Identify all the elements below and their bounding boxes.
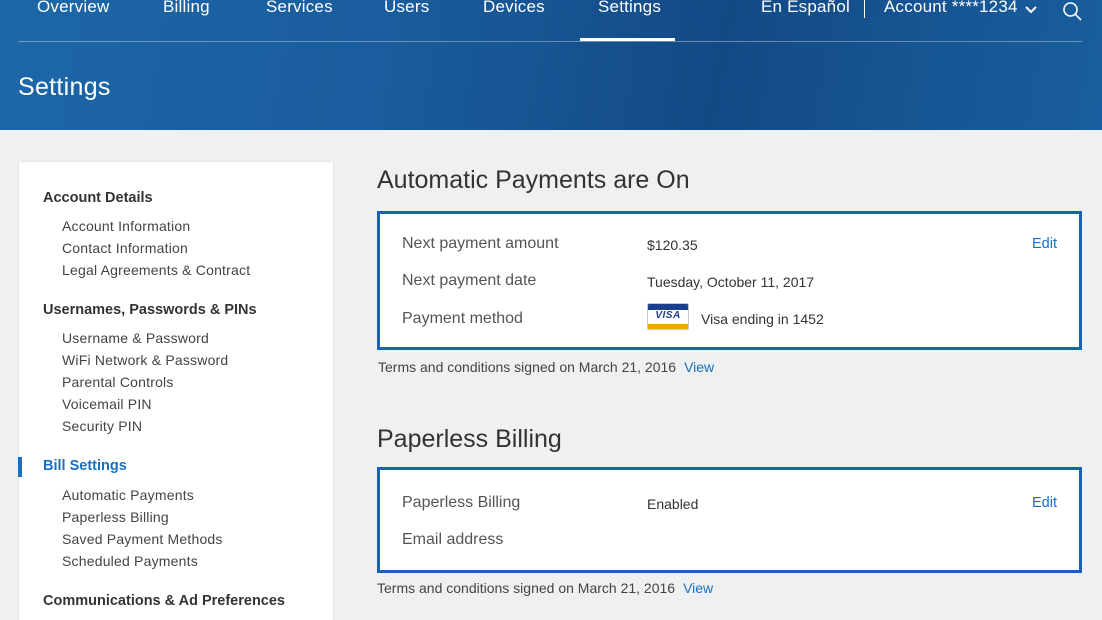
sidebar-item-legal-agreements[interactable]: Legal Agreements & Contract — [62, 262, 250, 278]
next-payment-date-label: Next payment date — [402, 272, 537, 289]
top-nav: Overview Billing Services Users Devices … — [18, 0, 1082, 42]
next-payment-amount-value: $120.35 — [647, 237, 698, 253]
sidebar-group-usernames-passwords[interactable]: Usernames, Passwords & PINs — [43, 302, 257, 318]
sidebar-item-saved-payment-methods[interactable]: Saved Payment Methods — [62, 531, 223, 547]
sidebar-item-wifi-network[interactable]: WiFi Network & Password — [62, 352, 228, 368]
nav-settings[interactable]: Settings — [598, 0, 661, 17]
payment-method-label: Payment method — [402, 310, 523, 327]
settings-sidebar: Account Details Account Information Cont… — [18, 162, 333, 620]
autopay-terms: Terms and conditions signed on March 21,… — [378, 359, 714, 375]
sidebar-item-voicemail-pin[interactable]: Voicemail PIN — [62, 396, 152, 412]
sidebar-item-automatic-payments[interactable]: Automatic Payments — [62, 487, 194, 503]
autopay-card: Next payment amount $120.35 Edit Next pa… — [377, 211, 1082, 350]
nav-services[interactable]: Services — [266, 0, 333, 17]
sidebar-item-contact-information[interactable]: Contact Information — [62, 240, 188, 256]
paperless-edit-link[interactable]: Edit — [1032, 495, 1057, 511]
sidebar-item-security-pin[interactable]: Security PIN — [62, 418, 142, 434]
sidebar-group-communications[interactable]: Communications & Ad Preferences — [43, 593, 285, 609]
autopay-terms-text: Terms and conditions signed on March 21,… — [378, 359, 677, 375]
autopay-edit-link[interactable]: Edit — [1032, 236, 1057, 252]
paperless-section-title: Paperless Billing — [377, 425, 562, 453]
sidebar-item-paperless-billing[interactable]: Paperless Billing — [62, 509, 169, 525]
nav-active-underline — [580, 38, 675, 41]
autopay-section-title: Automatic Payments are On — [377, 166, 690, 194]
nav-users[interactable]: Users — [384, 0, 429, 17]
visa-card-icon: VISA — [647, 303, 689, 330]
sidebar-group-bill-settings[interactable]: Bill Settings — [43, 458, 127, 474]
nav-overview[interactable]: Overview — [37, 0, 109, 17]
sidebar-active-indicator — [18, 457, 22, 477]
paperless-terms-text: Terms and conditions signed on March 21,… — [377, 580, 676, 596]
visa-card-brand: VISA — [655, 310, 681, 321]
payment-method-value: Visa ending in 1452 — [701, 311, 824, 327]
paperless-terms: Terms and conditions signed on March 21,… — [377, 580, 713, 596]
chevron-down-icon[interactable] — [1024, 3, 1038, 17]
page-header: Overview Billing Services Users Devices … — [0, 0, 1102, 130]
nav-billing[interactable]: Billing — [163, 0, 210, 17]
paperless-status-label: Paperless Billing — [402, 494, 521, 511]
next-payment-amount-label: Next payment amount — [402, 235, 559, 252]
sidebar-item-parental-controls[interactable]: Parental Controls — [62, 374, 174, 390]
nav-separator — [864, 0, 865, 18]
sidebar-item-account-information[interactable]: Account Information — [62, 218, 190, 234]
search-icon[interactable] — [1062, 1, 1082, 21]
next-payment-date-value: Tuesday, October 11, 2017 — [647, 274, 815, 290]
language-toggle[interactable]: En Español — [761, 0, 850, 17]
autopay-terms-view-link[interactable]: View — [684, 359, 714, 375]
sidebar-item-scheduled-payments[interactable]: Scheduled Payments — [62, 553, 198, 569]
paperless-card: Paperless Billing Enabled Edit Email add… — [377, 467, 1082, 573]
email-address-label: Email address — [402, 531, 504, 548]
account-selector[interactable]: Account ****1234 — [884, 0, 1018, 17]
sidebar-item-username-password[interactable]: Username & Password — [62, 330, 209, 346]
paperless-terms-view-link[interactable]: View — [683, 580, 713, 596]
nav-devices[interactable]: Devices — [483, 0, 545, 17]
page-title: Settings — [18, 73, 111, 101]
paperless-status-value: Enabled — [647, 496, 699, 512]
sidebar-group-account-details[interactable]: Account Details — [43, 190, 153, 206]
